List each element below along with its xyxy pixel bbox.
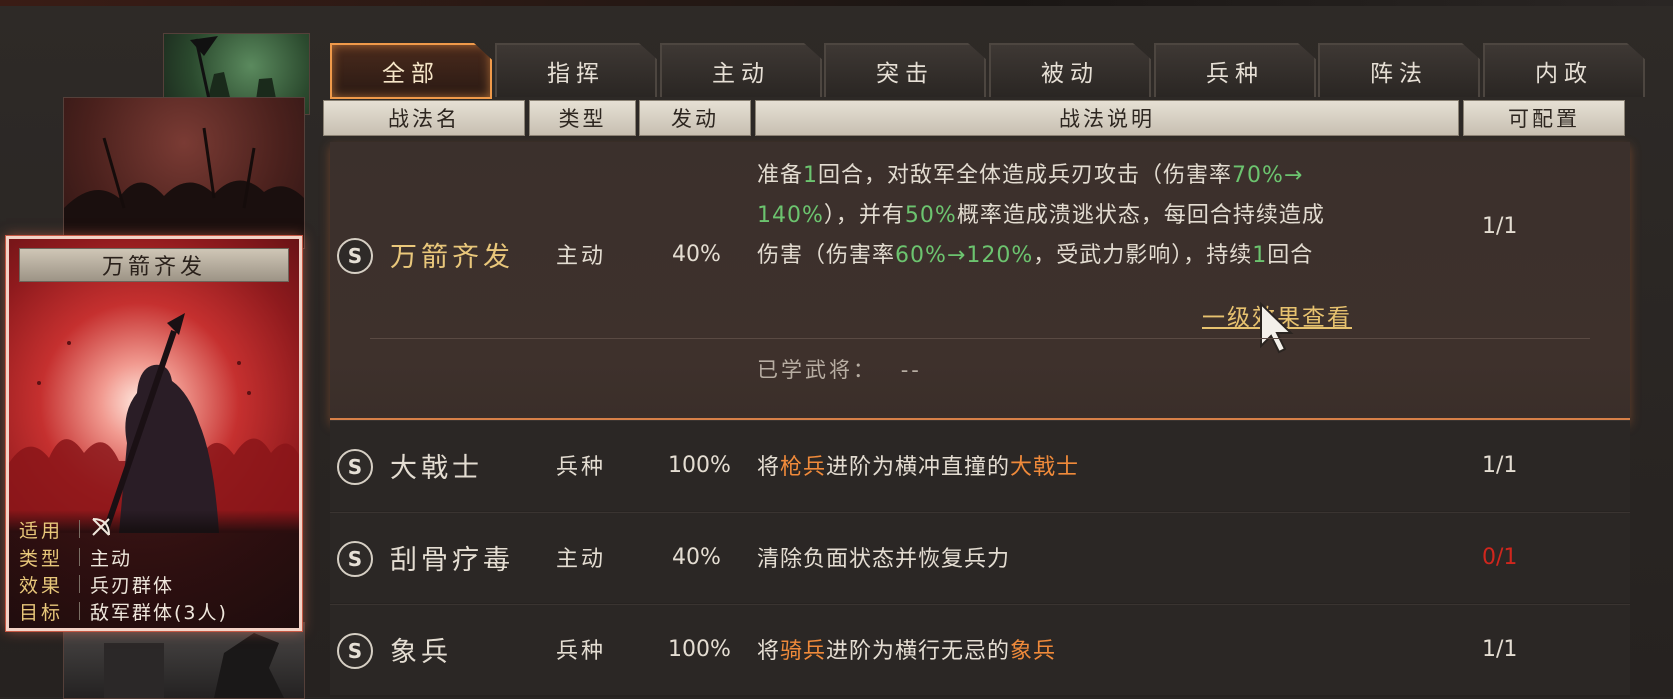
tactic-config-count: 0/1 — [1482, 544, 1518, 570]
card-info-key: 目标 — [19, 601, 64, 624]
card-info-key: 适用 — [19, 519, 64, 542]
desc-line: 伤害（伤害率60%→120%，受武力影响），持续1回合 — [757, 243, 1314, 268]
tab-passive[interactable]: 被动 — [989, 43, 1151, 97]
grade-badge: S — [337, 449, 373, 485]
column-header-type[interactable]: 类型 — [529, 100, 636, 136]
column-header-desc: 战法说明 — [755, 100, 1459, 136]
table-row[interactable]: S 刮骨疗毒 主动 40% 清除负面状态并恢复兵力 0/1 — [330, 512, 1630, 603]
tactic-name: 象兵 — [390, 636, 452, 668]
tactic-config-count: 1/1 — [1482, 452, 1518, 478]
card-title: 万箭齐发 — [19, 248, 289, 282]
tab-troop[interactable]: 兵种 — [1154, 43, 1316, 97]
tactic-description: 准备1回合，对敌军全体造成兵刃攻击（伤害率70%→ 140%），并有50%概率造… — [757, 156, 1457, 276]
column-header-trigger[interactable]: 发动 — [639, 100, 751, 136]
tactic-config-count: 1/1 — [1482, 213, 1518, 239]
tactics-screen: 万箭齐发 适用 类型 主动 效果 兵刃群体 目标 敌军群体(3人) 全部 指挥 … — [0, 0, 1673, 699]
horse-silhouette-icon — [104, 633, 284, 698]
table-header: 战法名 类型 发动 战法说明 可配置 — [323, 100, 1626, 136]
card-info-panel: 适用 类型 主动 效果 兵刃群体 目标 敌军群体(3人) — [9, 510, 299, 628]
tab-command[interactable]: 指挥 — [495, 43, 657, 97]
grade-badge: S — [337, 633, 373, 669]
tactic-trigger: 100% — [668, 636, 731, 662]
tab-internal[interactable]: 内政 — [1483, 43, 1645, 97]
tactic-type: 兵种 — [556, 455, 607, 480]
tactic-type: 兵种 — [556, 639, 607, 664]
tactic-name: 万箭齐发 — [390, 241, 514, 273]
divider — [79, 575, 80, 593]
mouse-cursor-icon — [1260, 302, 1294, 354]
tactics-table: S 万箭齐发 主动 40% 准备1回合，对敌军全体造成兵刃攻击（伤害率70%→ … — [330, 140, 1630, 697]
selected-tactic-card[interactable]: 万箭齐发 适用 类型 主动 效果 兵刃群体 目标 敌军群体(3人) — [6, 236, 302, 631]
tactic-name: 大戟士 — [390, 452, 483, 484]
desc-line: 140%），并有50%概率造成溃逃状态，每回合持续造成 — [757, 203, 1325, 228]
divider — [79, 602, 80, 620]
tab-assault[interactable]: 突击 — [824, 43, 986, 97]
desc-line: 准备1回合，对敌军全体造成兵刃攻击（伤害率70%→ — [757, 163, 1304, 188]
card-info-key: 类型 — [19, 547, 64, 570]
card-strip: 万箭齐发 适用 类型 主动 效果 兵刃群体 目标 敌军群体(3人) — [0, 0, 310, 699]
grade-badge: S — [337, 541, 373, 577]
card-thumbnail-grey[interactable] — [63, 622, 305, 699]
learned-generals: 已学武将： -- — [757, 354, 922, 384]
tactic-config-count: 1/1 — [1482, 636, 1518, 662]
card-info-type: 类型 主动 — [9, 544, 299, 570]
learned-label: 已学武将： — [757, 358, 877, 382]
army-silhouette-icon — [64, 127, 304, 248]
tactic-name: 刮骨疗毒 — [390, 544, 514, 576]
table-row[interactable]: S 象兵 兵种 100% 将骑兵 进阶为横行无忌的 象兵 1/1 — [330, 604, 1630, 695]
bow-icon — [90, 516, 112, 543]
tab-all[interactable]: 全部 — [330, 43, 492, 99]
tactic-description: 清除负面状态并恢复兵力 — [757, 547, 1011, 572]
archer-general-icon — [9, 313, 299, 533]
learned-value: -- — [900, 358, 922, 382]
card-info-value: 敌军群体(3人) — [90, 601, 228, 624]
card-info-value: 兵刃群体 — [90, 574, 175, 597]
tab-formation[interactable]: 阵法 — [1318, 43, 1480, 97]
divider — [79, 548, 80, 566]
card-info-effect: 效果 兵刃群体 — [9, 571, 299, 597]
card-info-value: 主动 — [90, 547, 133, 570]
grade-badge: S — [337, 238, 373, 274]
category-tabs: 全部 指挥 主动 突击 被动 兵种 阵法 内政 — [330, 43, 1660, 99]
table-row[interactable]: S 大戟士 兵种 100% 将枪兵 进阶为横冲直撞的 大戟士 1/1 — [330, 420, 1630, 511]
tactic-trigger: 100% — [668, 452, 731, 478]
card-thumbnail-red[interactable] — [63, 97, 305, 249]
card-info-target: 目标 敌军群体(3人) — [9, 598, 299, 624]
tactic-description: 将骑兵 进阶为横行无忌的 象兵 — [757, 639, 1057, 664]
tactic-trigger: 40% — [672, 241, 721, 267]
column-header-config[interactable]: 可配置 — [1463, 100, 1625, 136]
column-header-name[interactable]: 战法名 — [323, 100, 525, 136]
tactic-description: 将枪兵 进阶为横冲直撞的 大戟士 — [757, 455, 1080, 480]
divider — [79, 520, 80, 538]
tactic-type: 主动 — [556, 244, 607, 269]
tactic-trigger: 40% — [672, 544, 721, 570]
tab-active[interactable]: 主动 — [660, 43, 822, 97]
card-info-apply: 适用 — [9, 516, 299, 542]
table-row[interactable]: S 万箭齐发 主动 40% 准备1回合，对敌军全体造成兵刃攻击（伤害率70%→ … — [330, 142, 1630, 421]
divider — [370, 338, 1590, 339]
card-info-key: 效果 — [19, 574, 64, 597]
tactic-type: 主动 — [556, 547, 607, 572]
